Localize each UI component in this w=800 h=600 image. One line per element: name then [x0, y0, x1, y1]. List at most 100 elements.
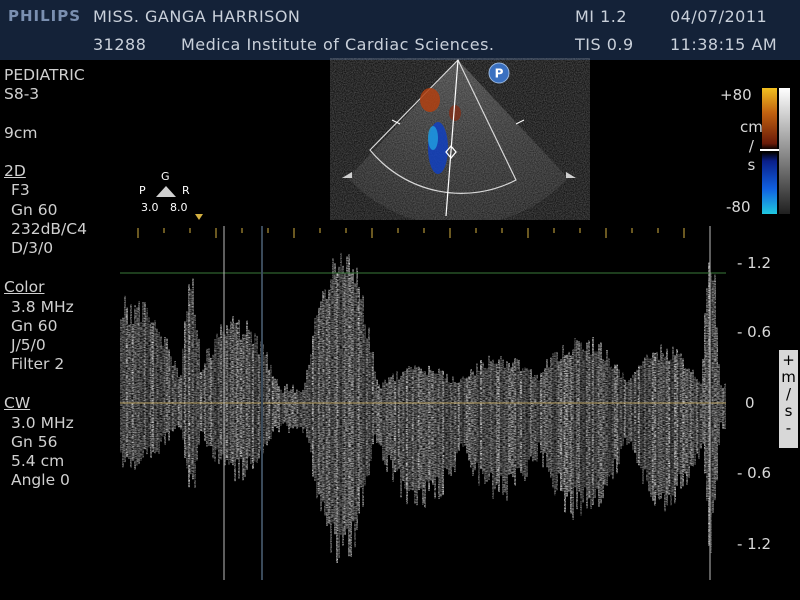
spectral-column — [580, 342, 582, 516]
spectral-column — [252, 343, 254, 469]
spectral-column — [598, 344, 600, 507]
spectral-column — [498, 359, 500, 492]
spectral-column — [650, 358, 652, 497]
spectral-column — [660, 344, 662, 499]
spectral-column — [256, 335, 258, 463]
velocity-unit-box[interactable]: + m / s - — [779, 350, 798, 448]
spectral-column — [142, 302, 144, 458]
spectral-column — [280, 389, 282, 426]
spectral-column — [574, 338, 576, 488]
spectral-column — [652, 352, 654, 501]
cw-param: 5.4 cm — [11, 452, 65, 470]
spectral-column — [368, 327, 370, 476]
spectral-column — [246, 320, 248, 470]
spectral-column — [342, 265, 344, 546]
spectral-column — [140, 322, 142, 461]
spectral-column — [128, 324, 130, 459]
spectral-column — [552, 353, 554, 489]
color-param: J/5/0 — [11, 336, 46, 354]
spectral-column — [522, 368, 524, 477]
spectral-column — [672, 346, 674, 496]
spectral-column — [606, 350, 608, 487]
spectral-column — [490, 361, 492, 473]
spectral-column — [472, 371, 474, 476]
unit-s: s — [784, 402, 793, 420]
unit-slash: / — [785, 385, 792, 403]
spectral-column — [654, 352, 656, 506]
spectral-column — [264, 355, 266, 444]
spectral-column — [386, 382, 388, 473]
spectral-column — [714, 274, 716, 501]
spectral-column — [362, 295, 364, 507]
spectral-column — [636, 369, 638, 464]
spectral-column — [564, 355, 566, 513]
spectral-column — [122, 317, 124, 468]
spectral-column — [296, 389, 298, 429]
spectral-column — [234, 323, 236, 482]
spectral-column — [640, 365, 642, 470]
spectral-column — [492, 359, 494, 499]
unit-s: s — [747, 156, 756, 174]
spectral-column — [284, 386, 286, 423]
spectral-column — [240, 338, 242, 459]
spectral-column — [410, 366, 412, 490]
marker-right-value: 8.0 — [170, 201, 188, 214]
spectral-column — [450, 382, 452, 476]
spectral-column — [676, 349, 678, 486]
spectral-column — [276, 379, 278, 428]
spectral-column — [538, 380, 540, 443]
spectral-column — [720, 385, 722, 423]
spectral-column — [380, 388, 382, 446]
spectral-column — [512, 362, 514, 478]
spectral-column — [150, 322, 152, 458]
spectral-column — [294, 392, 296, 427]
spectral-column — [694, 376, 696, 465]
spectral-column — [634, 371, 636, 453]
spectral-column — [268, 369, 270, 441]
spectral-column — [124, 295, 126, 463]
spectral-column — [576, 340, 578, 510]
marker-g-label: G — [161, 170, 170, 183]
spectral-column — [670, 359, 672, 506]
spectral-column — [216, 333, 218, 450]
spectral-column — [468, 376, 470, 461]
spectral-column — [248, 329, 250, 458]
spectral-column — [518, 359, 520, 468]
scale-label: - 0.6 — [737, 323, 772, 341]
spectral-column — [298, 390, 300, 428]
spectral-column — [542, 372, 544, 468]
spectral-column — [144, 302, 146, 450]
spectral-column — [528, 369, 530, 460]
spectral-column — [188, 284, 190, 488]
grayscale-bar — [779, 88, 790, 214]
spectral-column — [718, 364, 720, 445]
spectral-column — [592, 337, 594, 505]
spectral-column — [316, 315, 318, 499]
spectral-column — [620, 377, 622, 449]
spectral-column — [152, 322, 154, 453]
spectral-column — [462, 376, 464, 447]
spectral-column — [494, 363, 496, 490]
spectral-column — [532, 377, 534, 462]
spectral-column — [614, 364, 616, 460]
tick-mark — [515, 119, 525, 125]
spectral-column — [354, 282, 356, 548]
spectral-column — [154, 320, 156, 454]
spectral-column — [626, 381, 628, 445]
spectral-column — [432, 371, 434, 485]
spectral-column — [558, 361, 560, 474]
exam-time: 11:38:15 AM — [670, 35, 778, 54]
unit-m: m — [781, 368, 796, 386]
spectral-column — [146, 307, 148, 455]
spectral-column — [602, 359, 604, 499]
velocity-max-label: +80 — [720, 86, 752, 104]
spectral-column — [442, 370, 444, 496]
cw-param: 3.0 MHz — [11, 414, 74, 432]
spectral-column — [226, 325, 228, 460]
spectral-column — [520, 371, 522, 473]
spectral-column — [332, 258, 334, 524]
institution-name: Medica Institute of Cardiac Sciences. — [181, 35, 495, 54]
spectral-column — [178, 377, 180, 428]
spectral-column — [662, 353, 664, 493]
spectral-column — [578, 341, 580, 492]
